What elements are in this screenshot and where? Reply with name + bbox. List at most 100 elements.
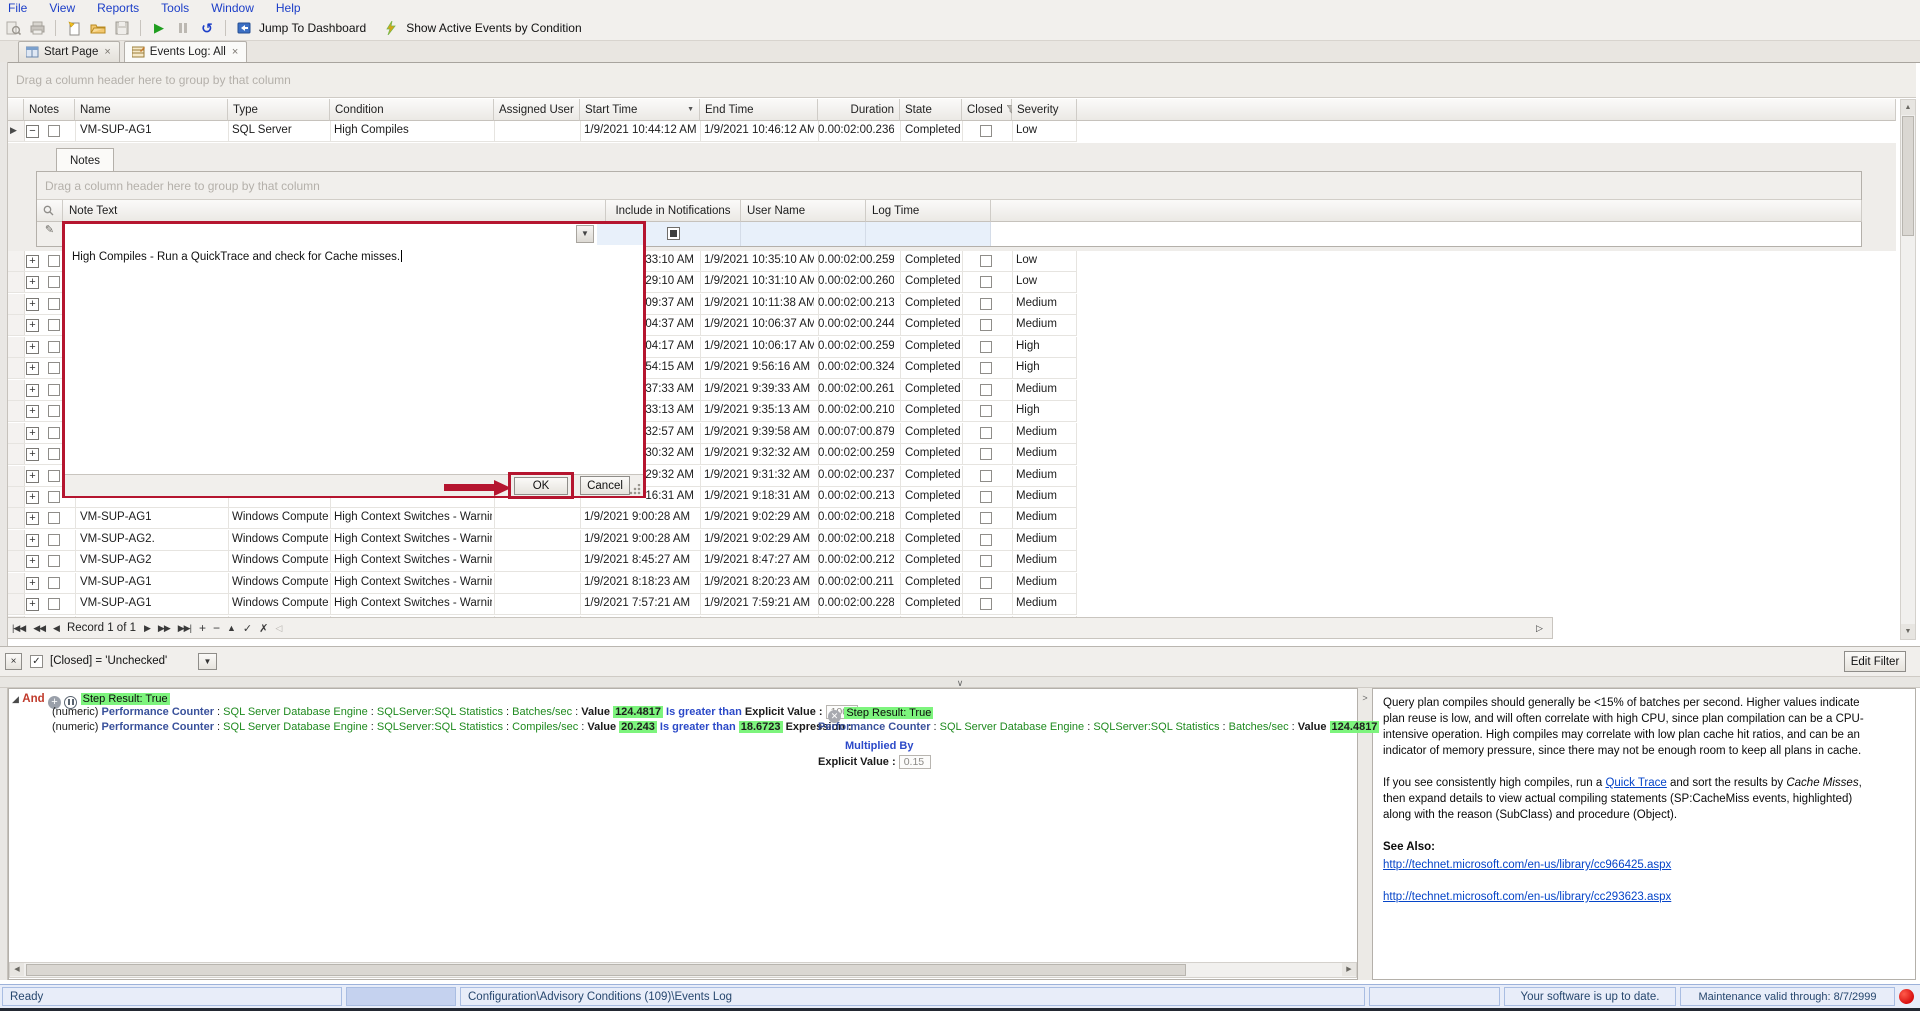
scrollbar-thumb[interactable]: [1902, 116, 1914, 236]
start-icon[interactable]: ▶: [150, 20, 168, 37]
tab-notes-detail[interactable]: Notes: [56, 148, 114, 172]
notes-checkbox[interactable]: [48, 555, 60, 567]
nav-prev-page-icon[interactable]: ◀◀: [33, 623, 45, 634]
expand-row-icon[interactable]: +: [26, 598, 39, 611]
delete-record-icon[interactable]: −: [213, 621, 219, 635]
jump-to-dashboard-button[interactable]: Jump To Dashboard: [259, 21, 366, 35]
notes-checkbox[interactable]: [48, 298, 60, 310]
closed-checkbox[interactable]: [980, 427, 992, 439]
closed-checkbox[interactable]: [980, 555, 992, 567]
expand-row-icon[interactable]: +: [26, 255, 39, 268]
column-header[interactable]: End Time: [700, 99, 818, 121]
closed-checkbox[interactable]: [980, 255, 992, 267]
notes-checkbox[interactable]: [48, 534, 60, 546]
cancel-button[interactable]: Cancel: [580, 476, 630, 495]
horizontal-splitter[interactable]: ∨: [0, 676, 1920, 688]
closed-checkbox[interactable]: [980, 276, 992, 288]
close-icon[interactable]: ×: [231, 46, 239, 58]
grid-vertical-scrollbar[interactable]: ▲ ▼: [1900, 99, 1916, 640]
column-header[interactable]: Duration: [818, 99, 900, 121]
column-header[interactable]: Start Time▼: [580, 99, 700, 121]
expand-row-icon[interactable]: +: [26, 405, 39, 418]
menu-file[interactable]: File: [8, 1, 27, 15]
scrollbar-thumb[interactable]: [26, 964, 1186, 976]
expander-icon[interactable]: ◢: [12, 694, 19, 704]
open-folder-icon[interactable]: [89, 20, 107, 37]
menu-view[interactable]: View: [49, 1, 75, 15]
menu-tools[interactable]: Tools: [161, 1, 189, 15]
event-row[interactable]: +VM-SUP-AG1Windows ComputerHigh Context …: [8, 508, 1077, 529]
nav-next-icon[interactable]: ▶: [144, 623, 150, 634]
notes-checkbox[interactable]: [48, 577, 60, 589]
notes-checkbox[interactable]: [48, 362, 60, 374]
expand-row-icon[interactable]: +: [26, 341, 39, 354]
expand-row-icon[interactable]: +: [26, 362, 39, 375]
closed-checkbox[interactable]: [980, 512, 992, 524]
closed-checkbox[interactable]: [980, 125, 992, 137]
closed-checkbox[interactable]: [980, 577, 992, 589]
filter-dropdown-icon[interactable]: ▼: [198, 653, 217, 670]
notes-checkbox[interactable]: [48, 598, 60, 610]
scroll-up-icon[interactable]: ▲: [1901, 100, 1915, 115]
closed-checkbox[interactable]: [980, 362, 992, 374]
notes-checkbox[interactable]: [48, 319, 60, 331]
pause-icon[interactable]: [174, 20, 192, 37]
edit-filter-button[interactable]: Edit Filter: [1844, 651, 1906, 672]
expand-row-icon[interactable]: +: [26, 491, 39, 504]
notes-checkbox[interactable]: [48, 405, 60, 417]
closed-checkbox[interactable]: [980, 319, 992, 331]
expand-row-icon[interactable]: +: [26, 577, 39, 590]
expand-row-icon[interactable]: +: [26, 276, 39, 289]
column-header[interactable]: Notes: [24, 99, 75, 121]
expand-row-icon[interactable]: +: [26, 384, 39, 397]
filter-enabled-checkbox[interactable]: ✓: [30, 655, 43, 668]
note-column-header[interactable]: Include in Notifications: [606, 200, 741, 222]
event-row[interactable]: ▶−VM-SUP-AG1SQL ServerHigh Compiles1/9/2…: [8, 121, 1077, 142]
event-row[interactable]: +VM-SUP-AG1Windows ComputerHigh Context …: [8, 573, 1077, 594]
event-row[interactable]: +VM-SUP-AG2Windows ComputerHigh Context …: [8, 551, 1077, 572]
collapse-down-icon[interactable]: ∨: [957, 678, 964, 688]
notes-checkbox[interactable]: [48, 384, 60, 396]
user-name-cell[interactable]: [741, 222, 866, 246]
nav-prev-icon[interactable]: ◀: [53, 623, 59, 634]
menu-help[interactable]: Help: [276, 1, 301, 15]
indeterminate-checkbox[interactable]: [667, 227, 680, 240]
expand-row-icon[interactable]: +: [26, 534, 39, 547]
column-header[interactable]: Type: [228, 99, 330, 121]
scroll-right-icon[interactable]: ▷: [1536, 623, 1542, 634]
note-column-header[interactable]: Note Text: [63, 200, 606, 222]
close-icon[interactable]: ×: [103, 46, 111, 58]
resize-grip[interactable]: [629, 484, 641, 495]
closed-checkbox[interactable]: [980, 384, 992, 396]
tab-events-log[interactable]: Events Log: All ×: [124, 41, 248, 62]
note-column-header[interactable]: [37, 200, 63, 222]
undo-icon[interactable]: ↺: [198, 20, 216, 37]
closed-checkbox[interactable]: [980, 491, 992, 503]
nav-last-icon[interactable]: ▶▶|: [178, 623, 191, 634]
column-header[interactable]: Name: [75, 99, 228, 121]
expand-row-icon[interactable]: +: [26, 298, 39, 311]
column-header[interactable]: [1077, 99, 1896, 121]
closed-checkbox[interactable]: [980, 298, 992, 310]
scroll-right-icon[interactable]: ▶: [1342, 963, 1356, 976]
closed-checkbox[interactable]: [980, 405, 992, 417]
quick-trace-link[interactable]: Quick Trace: [1605, 777, 1666, 789]
save-icon[interactable]: [113, 20, 131, 37]
end-edit-icon[interactable]: ✓: [243, 622, 251, 635]
new-document-icon[interactable]: [65, 20, 83, 37]
jump-to-dashboard-icon[interactable]: [235, 20, 253, 37]
notes-checkbox[interactable]: [48, 470, 60, 482]
technet-link-2[interactable]: http://technet.microsoft.com/en-us/libra…: [1383, 889, 1883, 905]
collapse-row-icon[interactable]: −: [26, 125, 39, 138]
column-header[interactable]: [8, 99, 24, 121]
nav-first-icon[interactable]: |◀◀: [12, 623, 25, 634]
menu-window[interactable]: Window: [211, 1, 254, 15]
note-text-field[interactable]: [65, 224, 597, 246]
print-preview-icon[interactable]: [4, 20, 22, 37]
edit-record-icon[interactable]: ▲: [227, 623, 235, 633]
notes-checkbox[interactable]: [48, 341, 60, 353]
closed-checkbox[interactable]: [980, 470, 992, 482]
dropdown-button[interactable]: ▼: [576, 225, 594, 243]
expand-row-icon[interactable]: +: [26, 470, 39, 483]
closed-checkbox[interactable]: [980, 448, 992, 460]
